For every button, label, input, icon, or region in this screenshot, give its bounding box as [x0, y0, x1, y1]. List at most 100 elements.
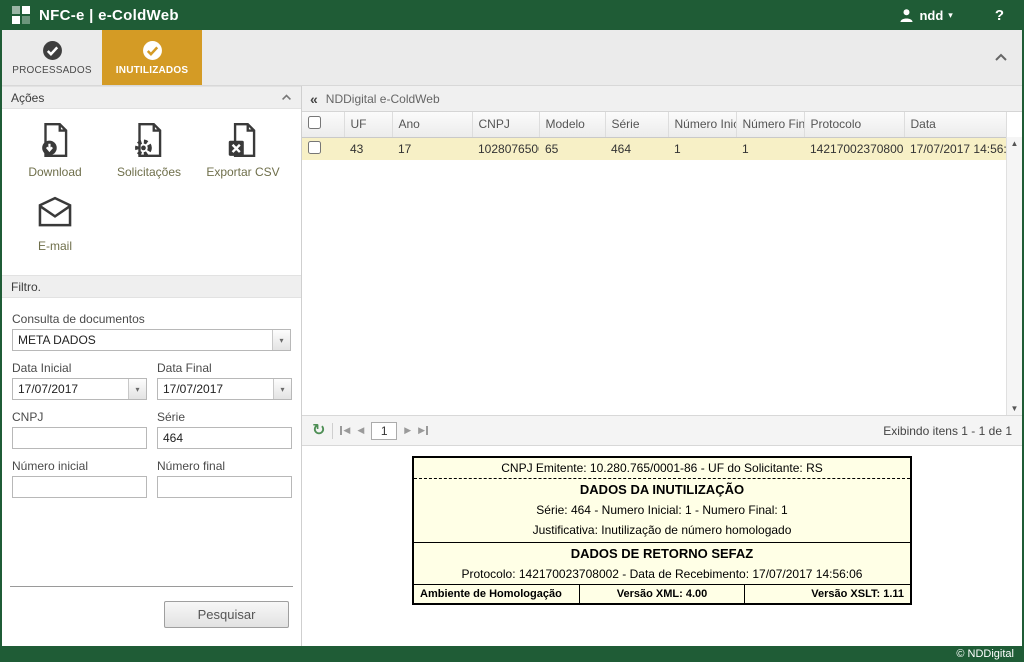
data-inicial-label: Data Inicial: [12, 361, 72, 375]
cell-data[interactable]: 17/07/2017 14:56:06: [904, 137, 1006, 160]
inutilizacao-document: CNPJ Emitente: 10.280.765/0001-86 - UF d…: [412, 456, 912, 605]
panel-header: « NDDigital e-ColdWeb: [302, 86, 1022, 112]
data-inicial-field[interactable]: 17/07/2017 ▾: [12, 378, 147, 400]
collapse-actions-icon[interactable]: [281, 91, 292, 105]
refresh-icon[interactable]: ↻: [312, 422, 325, 439]
tab-processados[interactable]: PROCESSADOS: [2, 30, 102, 85]
pesquisar-button[interactable]: Pesquisar: [164, 601, 289, 628]
col-protocolo[interactable]: Protocolo: [804, 112, 905, 138]
numero-final-field[interactable]: [157, 476, 292, 498]
top-bar: NFC-e | e-ColdWeb ndd ▾ ?: [2, 0, 1022, 30]
consulta-value: META DADOS: [18, 333, 96, 347]
scroll-down-icon[interactable]: ▼: [1011, 404, 1019, 413]
cnpj-field[interactable]: [12, 427, 147, 449]
panel-title: NDDigital e-ColdWeb: [325, 91, 440, 106]
first-page-button[interactable]: ◀: [340, 425, 350, 436]
page-number-input[interactable]: [371, 421, 398, 440]
col-uf[interactable]: UF: [344, 112, 393, 138]
data-final-field[interactable]: 17/07/2017 ▾: [157, 378, 292, 400]
actions-header: Ações: [2, 86, 301, 109]
collapse-toolbar-icon[interactable]: [994, 52, 1008, 63]
filter-form: Consulta de documentos META DADOS ▾ Data…: [2, 298, 301, 498]
scroll-up-icon[interactable]: ▲: [1011, 139, 1019, 148]
data-final-value: 17/07/2017: [163, 382, 224, 396]
cell-cnpj[interactable]: 10280765000186: [472, 137, 539, 160]
vertical-scrollbar[interactable]: ▲ ▼: [1006, 137, 1022, 415]
action-label: E-mail: [37, 239, 72, 253]
cell-uf[interactable]: 43: [344, 137, 392, 160]
app-title: NFC-e | e-ColdWeb: [39, 6, 179, 24]
sidebar: Ações Download Solicitações Exportar CSV…: [2, 86, 302, 646]
section2-title: DADOS DE RETORNO SEFAZ: [570, 546, 754, 561]
col-serie[interactable]: Série: [605, 112, 669, 138]
pagination-bar: ↻ ◀ ◀ ▶ ▶ Exibindo itens 1 - 1 de 1: [302, 415, 1022, 446]
user-menu[interactable]: ndd ▾: [899, 7, 953, 23]
col-numero-final[interactable]: Número Final: [736, 112, 805, 138]
collapse-sidebar-icon[interactable]: «: [310, 91, 318, 107]
select-all-checkbox[interactable]: [308, 116, 321, 130]
cell-numero-inicial[interactable]: 1: [668, 137, 736, 160]
numero-final-label: Número final: [157, 459, 226, 473]
detail-footer: Ambiente de Homologação Versão XML: 4.00…: [414, 584, 910, 603]
prev-page-button[interactable]: ◀: [357, 425, 364, 436]
detail-section-retorno: DADOS DE RETORNO SEFAZ Protocolo: 142170…: [414, 543, 910, 584]
chevron-down-icon[interactable]: ▾: [128, 379, 146, 399]
actions-panel: Download Solicitações Exportar CSV E-mai…: [2, 109, 301, 275]
numero-inicial-field[interactable]: [12, 476, 147, 498]
app-window: NFC-e | e-ColdWeb ndd ▾ ? PROCESSADOS IN…: [0, 0, 1024, 662]
row-checkbox[interactable]: [308, 140, 321, 154]
cell-modelo[interactable]: 65: [539, 137, 605, 160]
section1-line2: Justificativa: Inutilização de número ho…: [532, 523, 792, 537]
copyright: © NDDigital: [956, 648, 1014, 660]
section1-title: DADOS DA INUTILIZAÇÃO: [579, 482, 745, 497]
cell-ano[interactable]: 17: [392, 137, 472, 160]
serie-label: Série: [157, 410, 186, 424]
tab-label: INUTILIZADOS: [115, 64, 189, 76]
select-all-header[interactable]: [302, 112, 345, 138]
col-modelo[interactable]: Modelo: [539, 112, 606, 138]
col-ano[interactable]: Ano: [392, 112, 473, 138]
data-inicial-value: 17/07/2017: [18, 382, 79, 396]
solicitacoes-button[interactable]: Solicitações: [102, 121, 196, 179]
action-label: Solicitações: [116, 165, 182, 179]
filter-title: Filtro.: [11, 279, 41, 294]
divider: [10, 586, 293, 587]
tab-label: PROCESSADOS: [12, 64, 92, 76]
actions-title: Ações: [11, 90, 45, 105]
action-label: Exportar CSV: [206, 165, 280, 179]
next-page-button[interactable]: ▶: [404, 425, 411, 436]
detail-panel: CNPJ Emitente: 10.280.765/0001-86 - UF d…: [302, 446, 1022, 646]
prev-page-icon: ◀: [357, 425, 365, 435]
content-area: Ações Download Solicitações Exportar CSV…: [2, 86, 1022, 646]
toolbar: PROCESSADOS INUTILIZADOS: [2, 30, 1022, 86]
consulta-label: Consulta de documentos: [12, 312, 145, 326]
download-button[interactable]: Download: [8, 121, 102, 179]
download-document-icon: [42, 122, 68, 158]
cell-numero-final[interactable]: 1: [736, 137, 804, 160]
consulta-select[interactable]: META DADOS ▾: [12, 329, 291, 351]
chevron-down-icon[interactable]: ▾: [272, 330, 290, 350]
cell-serie[interactable]: 464: [605, 137, 668, 160]
cell-protocolo[interactable]: 142170023708002: [804, 137, 904, 160]
nddigital-logo-icon: [12, 6, 30, 24]
user-dropdown-icon: ▾: [948, 9, 953, 20]
col-numero-inicial[interactable]: Número Inicial: [668, 112, 737, 138]
ambiente-label: Ambiente de Homologação: [420, 588, 562, 600]
exportar-csv-button[interactable]: Exportar CSV: [196, 121, 290, 179]
footer-bar: © NDDigital: [2, 646, 1022, 662]
first-page-icon: ◀: [343, 425, 351, 435]
serie-field[interactable]: [157, 427, 292, 449]
tab-inutilizados[interactable]: INUTILIZADOS: [102, 30, 202, 85]
check-circle-icon: [142, 40, 162, 60]
table-row[interactable]: 43 17 10280765000186 65 464 1 1 14217002…: [302, 137, 1006, 160]
numero-inicial-label: Número inicial: [12, 459, 89, 473]
last-page-button[interactable]: ▶: [418, 425, 429, 436]
help-button[interactable]: ?: [995, 7, 1004, 24]
last-page-icon: ▶: [418, 425, 426, 435]
col-cnpj[interactable]: CNPJ: [472, 112, 540, 138]
results-grid: UF Ano CNPJ Modelo Série Número Inicial …: [302, 112, 1022, 415]
chevron-down-icon[interactable]: ▾: [273, 379, 291, 399]
email-button[interactable]: E-mail: [8, 195, 102, 253]
col-data[interactable]: Data: [904, 112, 1007, 138]
user-name: ndd: [919, 7, 944, 23]
